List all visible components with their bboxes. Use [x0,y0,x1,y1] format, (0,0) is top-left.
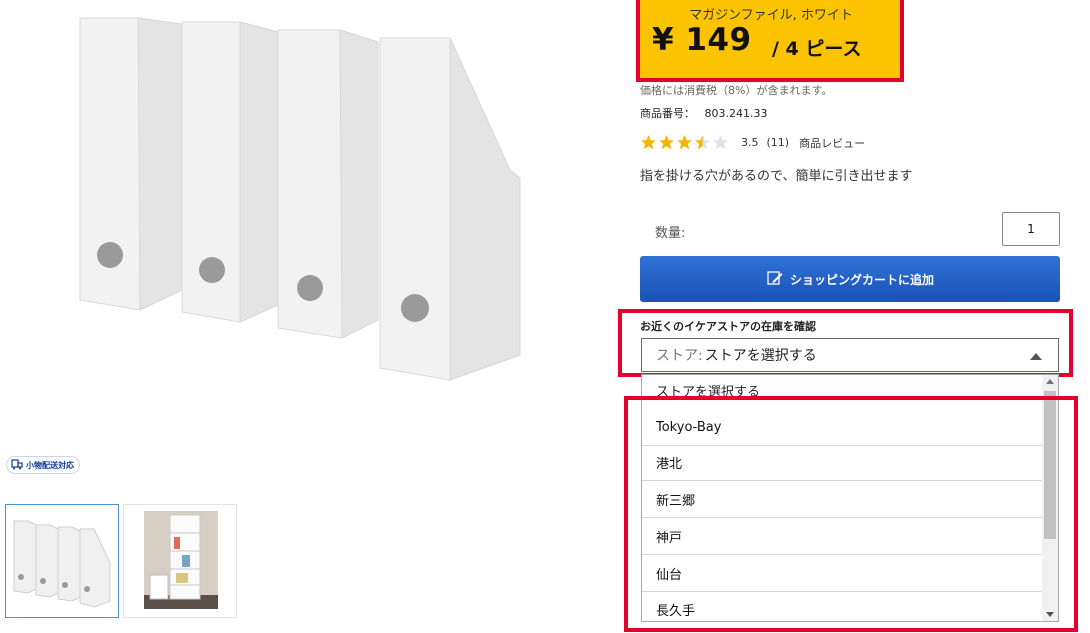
product-main-image [70,0,530,420]
article-number-row: 商品番号： 803.241.33 [640,105,767,121]
store-option[interactable]: 神戸 [642,518,1042,555]
pencil-icon [766,269,784,290]
quantity-input[interactable] [1002,212,1060,246]
article-number-label: 商品番号： [640,107,695,120]
star-icon [677,135,692,150]
delivery-icon [11,458,23,472]
rating-stars [640,134,729,151]
store-option[interactable]: 新三郷 [642,481,1042,518]
store-select[interactable]: ストア: ストアを選択する [641,338,1059,372]
chevron-up-icon [1030,353,1042,360]
add-to-cart-label: ショッピングカートに追加 [789,272,934,287]
dropdown-scrollbar[interactable] [1042,375,1058,621]
product-unit: / 4 ピース [772,38,862,60]
product-description: 指を掛ける穴があるので、簡単に引き出せます [640,169,913,184]
badge-label: 小物配送対応 [26,460,74,470]
store-option[interactable]: 長久手 [642,591,1042,621]
tax-note: 価格には消費税（8%）が含まれます。 [640,84,833,97]
quantity-label: 数量: [655,226,686,241]
store-select-value: ストアを選択する [704,348,817,364]
room-shelf-thumbnail[interactable] [123,504,237,618]
star-icon [713,135,728,150]
rating-row: 3.5 (11) 商品レビュー [640,134,865,151]
scroll-up-icon[interactable] [1046,379,1054,384]
add-to-cart-button[interactable]: ショッピングカートに追加 [640,256,1060,302]
scroll-down-icon[interactable] [1046,612,1054,617]
store-option[interactable]: 仙台 [642,555,1042,592]
store-option[interactable]: Tokyo-Bay [642,409,1042,446]
price-box: マガジンファイル, ホワイト ¥ 149 / 4 ピース [640,0,902,80]
small-delivery-badge: 小物配送対応 [6,456,80,474]
star-icon [641,135,656,150]
review-link[interactable]: 商品レビュー [799,135,865,151]
stock-check-heading: お近くのイケアストアの在庫を確認 [640,320,816,333]
store-option[interactable]: ストアを選択する [642,375,1042,405]
magazine-files-thumbnail[interactable] [5,504,119,618]
store-select-prefix: ストア: [656,348,703,364]
product-name: マガジンファイル, ホワイト [689,8,853,23]
store-option[interactable]: 港北 [642,444,1042,481]
rating-value: 3.5 [741,136,759,149]
star-icon [695,135,710,150]
star-icon [659,135,674,150]
article-number: 803.241.33 [704,107,768,120]
product-price: ¥ 149 [652,22,752,58]
scroll-thumb[interactable] [1044,391,1056,539]
review-count: (11) [766,136,790,149]
store-dropdown-list[interactable]: ストアを選択する Tokyo-Bay 港北 新三郷 神戸 仙台 長久手 [641,374,1059,622]
